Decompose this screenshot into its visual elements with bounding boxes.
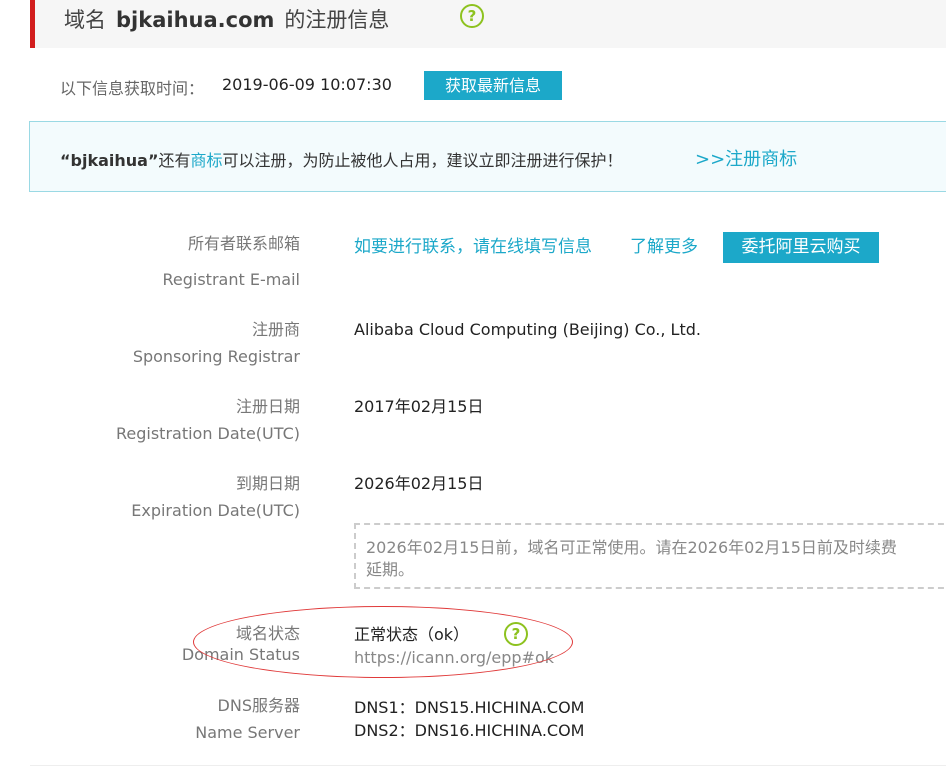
registrar-label-en: Sponsoring Registrar bbox=[132, 347, 300, 366]
page-title: 域名 bjkaihua.com 的注册信息 bbox=[64, 4, 389, 34]
bottom-divider bbox=[30, 765, 946, 766]
exp-date-value: 2026年02月15日 bbox=[354, 474, 484, 493]
registrar-label-cn: 注册商 bbox=[251, 320, 300, 339]
expiry-note: 2026年02月15日前，域名可正常使用。请在2026年02月15日前及时续费延… bbox=[354, 523, 946, 589]
fetch-time-value: 2019-06-09 10:07:30 bbox=[222, 75, 392, 94]
email-label-en: Registrant E-mail bbox=[162, 270, 301, 289]
fetch-time-label: 以下信息获取时间： bbox=[60, 79, 205, 98]
reg-date-label-en: Registration Date(UTC) bbox=[115, 424, 300, 443]
annotation-ellipse bbox=[193, 606, 573, 678]
reg-date-value: 2017年02月15日 bbox=[354, 397, 484, 416]
entrust-purchase-button[interactable]: 委托阿里云购买 bbox=[723, 232, 879, 263]
notice-text-after: 可以注册，为防止被他人占用，建议立即注册进行保护！ bbox=[222, 151, 623, 170]
refresh-info-button[interactable]: 获取最新信息 bbox=[424, 71, 562, 100]
email-label-cn: 所有者联系邮箱 bbox=[187, 234, 300, 253]
help-icon[interactable]: ? bbox=[460, 4, 484, 28]
header-accent-bar bbox=[30, 0, 35, 48]
trademark-link[interactable]: 商标 bbox=[190, 151, 222, 170]
title-suffix: 的注册信息 bbox=[284, 8, 390, 32]
exp-date-label-en: Expiration Date(UTC) bbox=[131, 501, 300, 520]
trademark-notice-text: “bjkaihua”还有商标可以注册，为防止被他人占用，建议立即注册进行保护！ bbox=[60, 147, 623, 171]
notice-domain-name: bjkaihua bbox=[70, 151, 148, 170]
register-trademark-link[interactable]: >>注册商标 bbox=[695, 145, 797, 171]
dns2-value: DNS2：DNS16.HICHINA.COM bbox=[354, 721, 585, 740]
learn-more-link[interactable]: 了解更多 bbox=[630, 237, 698, 257]
title-prefix: 域名 bbox=[64, 8, 106, 32]
notice-text-before: 还有 bbox=[158, 151, 191, 170]
dns-label-en: Name Server bbox=[195, 723, 300, 742]
expiry-note-line2: 延期。 bbox=[366, 560, 415, 579]
reg-date-label-cn: 注册日期 bbox=[235, 397, 300, 416]
quote-open: “ bbox=[60, 151, 71, 170]
contact-online-link[interactable]: 如要进行联系，请在线填写信息 bbox=[354, 237, 592, 257]
dns-label-cn: DNS服务器 bbox=[217, 696, 300, 715]
quote-close: ” bbox=[147, 151, 159, 170]
expiry-note-line1: 2026年02月15日前，域名可正常使用。请在2026年02月15日前及时续费 bbox=[366, 538, 897, 557]
exp-date-label-cn: 到期日期 bbox=[235, 474, 300, 493]
title-domain: bjkaihua.com bbox=[116, 8, 275, 32]
registrar-value: Alibaba Cloud Computing (Beijing) Co., L… bbox=[354, 320, 701, 339]
dns1-value: DNS1：DNS15.HICHINA.COM bbox=[354, 698, 585, 717]
